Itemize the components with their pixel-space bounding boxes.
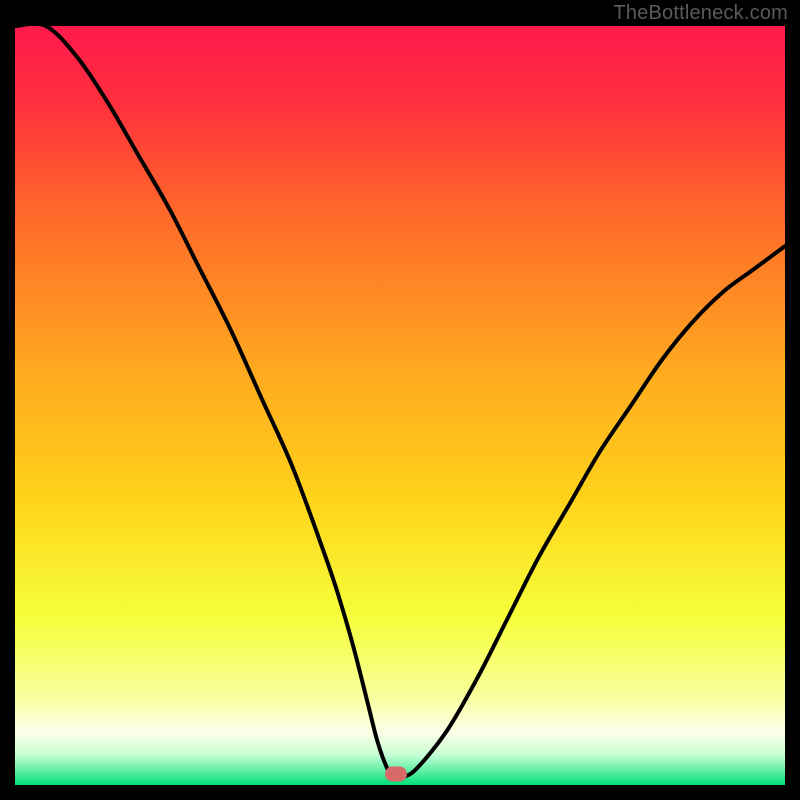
plot-area xyxy=(15,26,785,785)
valley-marker xyxy=(385,767,407,782)
chart-frame: TheBottleneck.com xyxy=(0,0,800,800)
chart-svg xyxy=(15,26,785,785)
watermark-text: TheBottleneck.com xyxy=(613,2,788,25)
